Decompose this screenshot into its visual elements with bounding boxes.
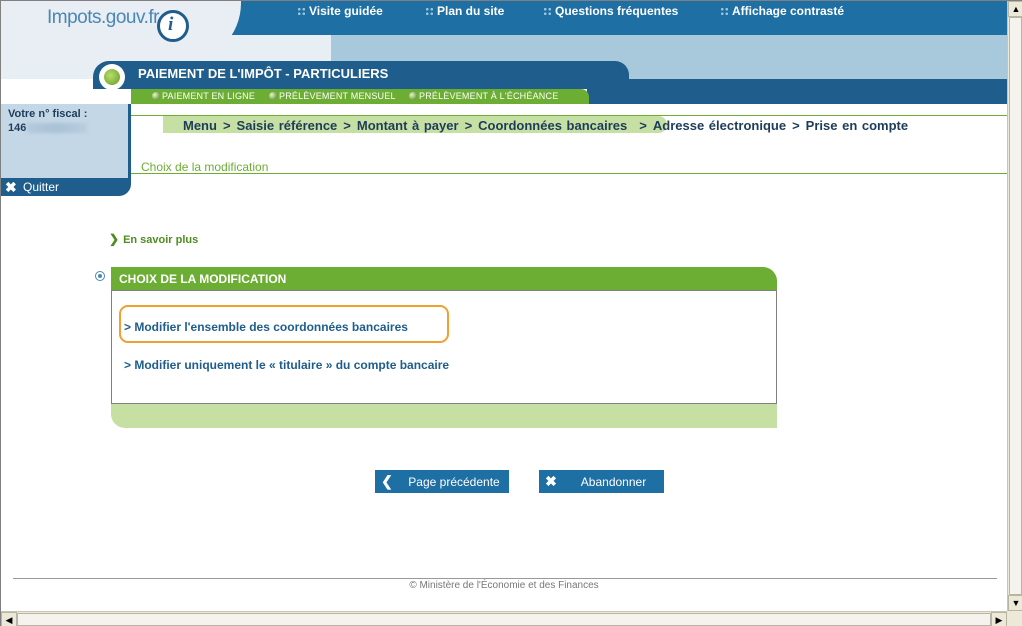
vertical-scroll-thumb[interactable]	[1009, 17, 1022, 595]
bullet-icon	[269, 92, 277, 100]
page-title: PAIEMENT DE L'IMPÔT - PARTICULIERS	[138, 66, 389, 81]
breadcrumb-separator: >	[639, 118, 647, 133]
choice-box-footer	[111, 404, 777, 428]
abort-label: Abandonner	[580, 474, 647, 489]
top-links: Visite guidée Plan du site Questions fré…	[1, 4, 1007, 20]
breadcrumb-step: Prise en compte	[805, 118, 909, 133]
top-link-plan-du-site[interactable]: Plan du site	[425, 4, 504, 18]
scroll-right-icon[interactable]: ▶	[991, 612, 1007, 626]
dots-icon	[425, 7, 434, 16]
breadcrumb: Menu > Saisie référence > Montant à payer > Co…	[183, 118, 908, 133]
vertical-scrollbar[interactable]: ▲ ▼	[1007, 1, 1022, 611]
close-icon[interactable]: ✖	[5, 179, 17, 196]
target-icon	[95, 271, 105, 281]
quit-bar	[1, 178, 129, 195]
fiscal-number-redacted	[27, 123, 87, 133]
footer-copyright: © Ministère de l'Économie et des Finance…	[409, 580, 599, 591]
breadcrumb-separator: >	[343, 118, 351, 133]
dots-icon	[297, 7, 306, 16]
breadcrumb-step: Adresse électronique	[652, 118, 787, 133]
en-savoir-plus-link[interactable]: ❯ En savoir plus	[109, 232, 198, 246]
subnav-prelevement-mensuel[interactable]: PRÉLÈVEMENT MENSUEL	[269, 91, 396, 101]
bullet-icon	[409, 92, 417, 100]
option-modify-account-holder[interactable]: > Modifier uniquement le « titulaire » d…	[124, 358, 449, 372]
breadcrumb-separator: >	[464, 118, 473, 133]
scroll-left-icon[interactable]: ◀	[1, 612, 17, 626]
section-label: Choix de la modification	[141, 160, 269, 174]
footer-divider	[13, 578, 997, 579]
fiscal-number-value: 146	[8, 122, 27, 134]
subnav-paiement-en-ligne[interactable]: PAIEMENT EN LIGNE	[152, 91, 255, 101]
breadcrumb-separator: >	[792, 118, 800, 133]
close-icon: ✖	[545, 473, 557, 489]
horizontal-scrollbar[interactable]: ◀ ▶	[1, 611, 1007, 626]
horizontal-scroll-thumb[interactable]	[17, 613, 991, 626]
section-divider	[131, 173, 1007, 174]
scroll-up-icon[interactable]: ▲	[1008, 1, 1022, 17]
chevron-right-icon: ❯	[109, 232, 120, 246]
top-link-affichage-contraste[interactable]: Affichage contrasté	[720, 4, 844, 18]
previous-page-label: Page précédente	[408, 474, 500, 489]
quit-link[interactable]: Quitter	[23, 180, 59, 194]
breadcrumb-step: Saisie référence	[236, 118, 338, 133]
breadcrumb-step: Menu	[183, 118, 217, 133]
option-modify-all-bank-details[interactable]: > Modifier l'ensemble des coordonnées ba…	[124, 320, 408, 334]
subnav-prelevement-echeance[interactable]: PRÉLÈVEMENT À L'ÉCHÉANCE	[409, 91, 558, 101]
arrow-left-icon: ❮	[381, 473, 393, 489]
breadcrumb-separator: >	[222, 118, 231, 133]
breadcrumb-step-current: Coordonnées bancaires	[478, 118, 628, 133]
choice-box-title: CHOIX DE LA MODIFICATION	[119, 272, 287, 286]
fiscal-number-label: Votre n° fiscal :	[8, 108, 88, 120]
top-link-questions-frequentes[interactable]: Questions fréquentes	[543, 4, 678, 18]
green-ball-icon	[99, 64, 125, 90]
top-link-visite-guidee[interactable]: Visite guidée	[297, 4, 383, 18]
scrollbar-corner	[1007, 611, 1022, 626]
breadcrumb-step: Montant à payer	[356, 118, 459, 133]
previous-page-button[interactable]: ❮ Page précédente	[375, 470, 509, 493]
title-strip	[587, 79, 1007, 104]
browser-viewport: Impots.gouv.fr i Visite guidée Plan du s…	[0, 0, 1022, 626]
dots-icon	[543, 7, 552, 16]
dots-icon	[720, 7, 729, 16]
scroll-down-icon[interactable]: ▼	[1008, 595, 1022, 611]
bullet-icon	[152, 92, 160, 100]
abort-button[interactable]: ✖ Abandonner	[539, 470, 664, 493]
